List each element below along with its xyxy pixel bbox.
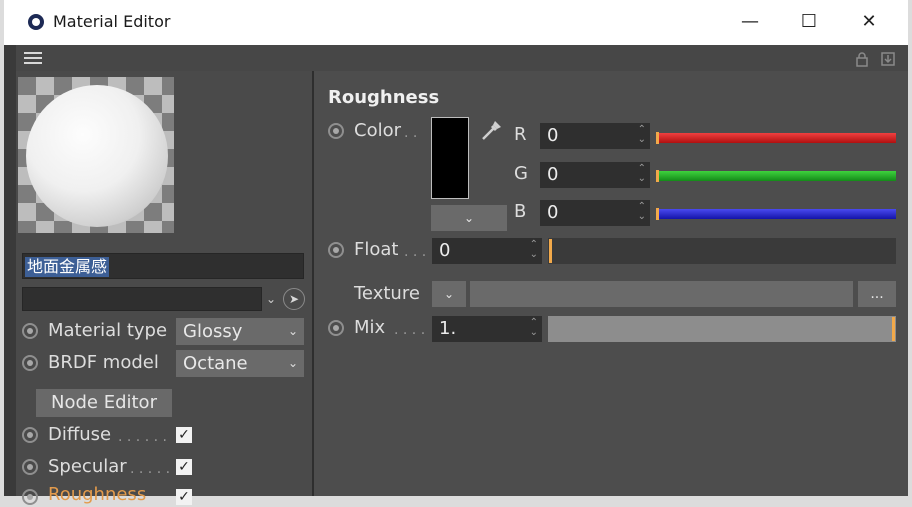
b-value: 0 (547, 202, 559, 223)
chevron-down-icon: ⌄ (287, 356, 298, 370)
r-slider-handle[interactable] (656, 132, 659, 144)
minimize-button[interactable]: — (730, 9, 770, 35)
mix-slider-handle[interactable] (892, 317, 895, 341)
title-bar: Material Editor — ☐ ✕ (4, 0, 908, 45)
material-name-field[interactable]: 地面金属感 (22, 253, 304, 279)
material-type-dropdown[interactable]: Glossy ⌄ (176, 318, 304, 345)
section-title: Roughness (328, 87, 440, 108)
cinema4d-logo-icon (28, 14, 44, 30)
float-label: Float (354, 239, 399, 260)
hamburger-icon[interactable] (24, 52, 42, 65)
chevron-down-icon: ⌄ (287, 324, 298, 338)
material-sub-field[interactable] (22, 287, 262, 311)
spinner-icon[interactable]: ⌃ ⌄ (530, 318, 538, 338)
color-radio-icon[interactable] (328, 123, 344, 139)
material-preview (18, 77, 174, 233)
spinner-icon[interactable]: ⌃ ⌄ (638, 125, 646, 145)
float-dots: . . . (404, 244, 427, 260)
eyedropper-icon[interactable] (477, 115, 507, 145)
pick-object-button[interactable]: ➤ (283, 288, 305, 310)
float-value-field[interactable]: 0 ⌃ ⌄ (432, 238, 542, 264)
g-value: 0 (547, 164, 559, 185)
g-value-field[interactable]: 0 ⌃ ⌄ (540, 162, 650, 188)
roughness-settings-panel: Roughness Color . . ⌄ R 0 ⌃⌄ G 0 ⌃⌄ B (314, 71, 908, 496)
window-title: Material Editor (53, 12, 171, 31)
close-button[interactable]: ✕ (849, 9, 889, 35)
pin-icon[interactable] (880, 51, 896, 67)
preview-sphere (26, 85, 168, 227)
spinner-icon[interactable]: ⌃ ⌄ (638, 164, 646, 184)
diffuse-dots: . . . . . . (118, 429, 167, 445)
diffuse-checkbox[interactable]: ✓ (176, 427, 192, 443)
diffuse-label: Diffuse (48, 424, 112, 445)
b-slider-handle[interactable] (656, 208, 659, 220)
b-channel-label: B (514, 201, 527, 222)
material-editor-window: Material Editor — ☐ ✕ 地面金属感 ⌄ ➤ Material… (4, 0, 908, 505)
b-value-field[interactable]: 0 ⌃ ⌄ (540, 200, 650, 226)
texture-field[interactable] (470, 281, 853, 307)
diffuse-radio-icon[interactable] (22, 427, 38, 443)
specular-radio-icon[interactable] (22, 459, 38, 475)
float-slider-handle[interactable] (549, 239, 552, 263)
texture-label: Texture (354, 283, 420, 304)
specular-label: Specular (48, 456, 127, 477)
maximize-button[interactable]: ☐ (789, 9, 829, 35)
mix-label: Mix (354, 317, 386, 338)
material-type-radio-icon[interactable] (22, 323, 38, 339)
r-slider[interactable] (656, 133, 896, 143)
material-name-text: 地面金属感 (25, 257, 110, 277)
spinner-icon[interactable]: ⌃ ⌄ (530, 240, 538, 260)
g-slider-handle[interactable] (656, 170, 659, 182)
mix-slider[interactable] (548, 316, 896, 342)
mix-dots: . . . . (394, 322, 426, 338)
specular-dots: . . . . . (130, 461, 171, 477)
material-panel: 地面金属感 ⌄ ➤ Material type Glossy ⌄ BRDF mo… (16, 71, 312, 505)
color-label: Color (354, 120, 401, 141)
color-dots: . . (404, 125, 418, 141)
float-radio-icon[interactable] (328, 242, 344, 258)
b-slider[interactable] (656, 209, 896, 219)
texture-dropdown[interactable]: ⌄ (432, 281, 466, 307)
roughness-radio-icon[interactable] (22, 489, 38, 505)
chevron-down-icon[interactable]: ⌄ (264, 289, 278, 309)
spinner-icon[interactable]: ⌃ ⌄ (638, 202, 646, 222)
toolbar (16, 45, 908, 71)
color-swatch[interactable] (431, 117, 469, 199)
r-value-field[interactable]: 0 ⌃ ⌄ (540, 123, 650, 149)
node-editor-button[interactable]: Node Editor (36, 389, 172, 417)
material-type-label: Material type (48, 320, 168, 341)
texture-more-button[interactable]: ... (858, 281, 896, 307)
brdf-model-value: Octane (183, 353, 248, 374)
float-value: 0 (439, 240, 451, 261)
mix-radio-icon[interactable] (328, 320, 344, 336)
r-value: 0 (547, 125, 559, 146)
g-channel-label: G (514, 163, 528, 184)
brdf-model-label: BRDF model (48, 352, 159, 373)
specular-checkbox[interactable]: ✓ (176, 459, 192, 475)
mix-value-field[interactable]: 1. ⌃ ⌄ (432, 316, 542, 342)
color-options-dropdown[interactable]: ⌄ (431, 205, 507, 231)
roughness-channel-label[interactable]: Roughness (48, 483, 146, 507)
g-slider[interactable] (656, 171, 896, 181)
lock-icon[interactable] (854, 51, 870, 67)
brdf-model-dropdown[interactable]: Octane ⌄ (176, 350, 304, 377)
brdf-model-radio-icon[interactable] (22, 355, 38, 371)
mix-value: 1. (439, 318, 457, 339)
float-slider[interactable] (548, 238, 896, 264)
material-type-value: Glossy (183, 321, 243, 342)
r-channel-label: R (514, 124, 527, 145)
roughness-checkbox[interactable]: ✓ (176, 489, 192, 505)
